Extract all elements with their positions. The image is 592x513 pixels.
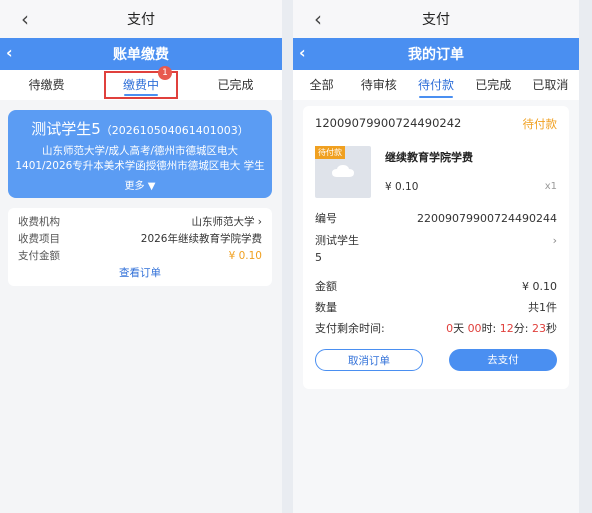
serial-label: 编号 [315, 212, 337, 225]
serial-value: 22009079900724490244 [417, 212, 557, 225]
product-thumbnail: 待付款 [315, 146, 371, 198]
order-number: 12009079900724490242 [315, 116, 462, 130]
tab-label: 待付款 [418, 78, 455, 92]
info-row-org[interactable]: 收费机构 山东师范大学 › [18, 214, 262, 231]
view-order-link[interactable]: 查看订单 [18, 265, 262, 280]
tab-label: 已取消 [532, 78, 569, 92]
left-screen: ‹ 支付 ‹ 账单缴费 待缴费 缴费中 1 已完成 测试学生5（20261050… [0, 0, 282, 513]
student-name: 测试学生5 [315, 234, 359, 264]
tab-review[interactable]: 待审核 [350, 70, 407, 100]
topbar-title: 支付 [422, 12, 450, 28]
topbar-title: 支付 [127, 12, 155, 28]
qty-label: 数量 [315, 301, 337, 314]
hours: 00 [467, 322, 482, 335]
student-name: 测试学生5 [31, 120, 101, 138]
cancel-order-button[interactable]: 取消订单 [315, 349, 423, 371]
top-bar: ‹ 支付 [0, 0, 282, 38]
page-title: 账单缴费 [113, 47, 169, 63]
tab-label: 全部 [309, 78, 334, 92]
amount-label: 金额 [315, 280, 337, 293]
info-label: 收费机构 [18, 216, 60, 228]
status-tag: 待付款 [315, 146, 345, 159]
qty-row: 数量 共1件 [315, 299, 557, 316]
order-details: 编号 22009079900724490244 测试学生 5 › 金额 ¥ 0.1… [315, 210, 557, 337]
tab-label: 已完成 [217, 78, 254, 92]
student-card: 测试学生5（202610504061401003） 山东师范大学/成人高考/德州… [8, 110, 272, 198]
top-bar: ‹ 支付 [293, 0, 579, 38]
cloud-icon [332, 165, 354, 177]
count-badge: 1 [158, 66, 172, 80]
product-info: 继续教育学院学费 ¥ 0.10 x1 [385, 146, 557, 198]
blue-header: ‹ 我的订单 [293, 38, 579, 70]
student-desc: 山东师范大学/成人高考/德州市德城区电大 1401/2026专升本美术学函授德州… [8, 144, 272, 174]
page-title: 我的订单 [408, 47, 464, 63]
chevron-right-icon: › [254, 216, 262, 228]
caret-down-icon: ▼ [147, 181, 156, 192]
minutes: 12 [499, 322, 514, 335]
tab-pending[interactable]: 待缴费 [0, 70, 93, 100]
info-label: 支付金额 [18, 250, 60, 262]
product-price: ¥ 0.10 [385, 181, 419, 193]
tab-label: 待缴费 [28, 78, 65, 92]
tab-all[interactable]: 全部 [293, 70, 350, 100]
action-buttons: 取消订单 去支付 [315, 349, 557, 371]
tab-completed[interactable]: 已完成 [465, 70, 522, 100]
chevron-right-icon: › [552, 234, 557, 247]
tab-label: 待审核 [360, 78, 397, 92]
info-value: 山东师范大学 › [191, 216, 262, 228]
serial-row: 编号 22009079900724490244 [315, 210, 557, 227]
back-icon[interactable]: ‹ [16, 7, 34, 31]
back-icon[interactable]: ‹ [309, 7, 327, 31]
pay-button[interactable]: 去支付 [449, 349, 557, 371]
order-header: 12009079900724490242 待付款 [315, 116, 557, 132]
countdown-timer: 0天 00时: 12分: 23秒 [446, 322, 557, 335]
amount-row: 金额 ¥ 0.10 [315, 278, 557, 295]
tab-underline [419, 96, 453, 98]
right-screen: ‹ 支付 ‹ 我的订单 全部 待审核 待付款 已完成 已取消 120090799… [293, 0, 579, 513]
tab-underline [124, 94, 158, 96]
product-row[interactable]: 待付款 继续教育学院学费 ¥ 0.10 x1 [315, 146, 557, 198]
amount-value: ¥ 0.10 [228, 250, 262, 262]
amount-value: ¥ 0.10 [522, 280, 557, 293]
order-tabs: 全部 待审核 待付款 已完成 已取消 [293, 70, 579, 100]
back-chevron-icon[interactable]: ‹ [6, 43, 13, 62]
student-name-line: 测试学生5（202610504061401003） [8, 118, 272, 139]
product-qty: x1 [544, 181, 557, 192]
back-chevron-icon[interactable]: ‹ [299, 43, 306, 62]
student-row[interactable]: 测试学生 5 › [315, 232, 557, 266]
qty-value: 共1件 [528, 301, 557, 314]
product-price-row: ¥ 0.10 x1 [385, 181, 557, 193]
info-row-item: 收费项目 2026年继续教育学院学费 [18, 231, 262, 248]
tab-unpaid[interactable]: 待付款 [407, 70, 464, 100]
desc-line: 1401/2026专升本美术学函授德州市德城区电大 学生 [15, 160, 265, 172]
tab-label: 已完成 [475, 78, 512, 92]
bill-tabs: 待缴费 缴费中 1 已完成 [0, 66, 282, 100]
countdown-label: 支付剩余时间: [315, 322, 385, 335]
countdown-row: 支付剩余时间: 0天 00时: 12分: 23秒 [315, 320, 557, 337]
blue-header: ‹ 账单缴费 [0, 38, 282, 70]
seconds: 23 [532, 322, 546, 335]
bill-info-card: 收费机构 山东师范大学 › 收费项目 2026年继续教育学院学费 支付金额 ¥ … [8, 208, 272, 286]
student-id: （202610504061401003） [100, 124, 249, 137]
tab-completed[interactable]: 已完成 [189, 70, 282, 100]
info-label: 收费项目 [18, 233, 60, 245]
more-label: 更多 [124, 181, 145, 192]
more-button[interactable]: 更多 ▼ [8, 177, 272, 192]
order-card: 12009079900724490242 待付款 待付款 继续教育学院学费 ¥ … [303, 106, 569, 389]
tab-paying[interactable]: 缴费中 1 [104, 66, 178, 99]
tab-cancelled[interactable]: 已取消 [522, 70, 579, 100]
info-row-amount: 支付金额 ¥ 0.10 [18, 248, 262, 265]
desc-line: 山东师范大学/成人高考/德州市德城区电大 [41, 145, 239, 157]
product-name: 继续教育学院学费 [385, 151, 473, 164]
days: 0 [446, 322, 454, 335]
tab-label: 缴费中 [122, 78, 159, 92]
info-value: 2026年继续教育学院学费 [140, 233, 262, 245]
order-status: 待付款 [522, 117, 558, 131]
